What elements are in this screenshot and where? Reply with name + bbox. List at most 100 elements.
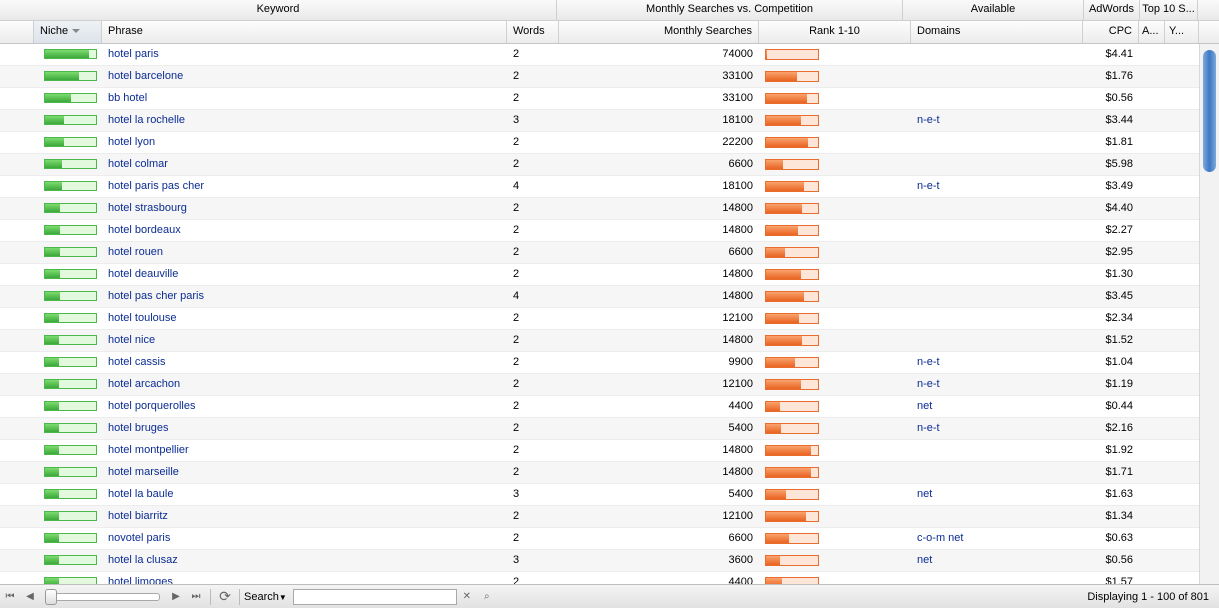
phrase-link[interactable]: hotel deauville [102, 264, 507, 285]
phrase-link[interactable]: hotel la rochelle [102, 110, 507, 131]
page-slider-knob[interactable] [45, 588, 57, 605]
table-row[interactable]: hotel marseille 2 14800 $1.71 [0, 462, 1199, 484]
search-icon[interactable]: ⌕ [479, 589, 495, 605]
column-header-phrase[interactable]: Phrase [102, 21, 507, 43]
table-row[interactable]: hotel bruges 2 5400 n-e-t $2.16 [0, 418, 1199, 440]
domains-cell[interactable]: n-e-t [911, 110, 1083, 131]
domains-cell[interactable]: c-o-m net [911, 528, 1083, 549]
phrase-link[interactable]: hotel colmar [102, 154, 507, 175]
table-row[interactable]: bb hotel 2 33100 $0.56 [0, 88, 1199, 110]
table-row[interactable]: novotel paris 2 6600 c-o-m net $0.63 [0, 528, 1199, 550]
phrase-link[interactable]: hotel bordeaux [102, 220, 507, 241]
domains-cell[interactable] [911, 198, 1083, 219]
domains-cell[interactable] [911, 220, 1083, 241]
table-row[interactable]: hotel porquerolles 2 4400 net $0.44 [0, 396, 1199, 418]
domains-cell[interactable]: n-e-t [911, 352, 1083, 373]
table-row[interactable]: hotel pas cher paris 4 14800 $3.45 [0, 286, 1199, 308]
table-row[interactable]: hotel la clusaz 3 3600 net $0.56 [0, 550, 1199, 572]
phrase-link[interactable]: hotel montpellier [102, 440, 507, 461]
table-row[interactable]: hotel la rochelle 3 18100 n-e-t $3.44 [0, 110, 1199, 132]
table-row[interactable]: hotel la baule 3 5400 net $1.63 [0, 484, 1199, 506]
table-row[interactable]: hotel toulouse 2 12100 $2.34 [0, 308, 1199, 330]
column-header-niche[interactable]: Niche [34, 21, 102, 43]
rank-bar [765, 555, 819, 566]
table-row[interactable]: hotel biarritz 2 12100 $1.34 [0, 506, 1199, 528]
rank-cell [759, 440, 911, 461]
scrollbar-thumb[interactable] [1203, 50, 1216, 172]
phrase-link[interactable]: hotel la baule [102, 484, 507, 505]
last-page-icon[interactable]: ⏭ [188, 589, 204, 605]
table-row[interactable]: hotel montpellier 2 14800 $1.92 [0, 440, 1199, 462]
phrase-link[interactable]: hotel paris pas cher [102, 176, 507, 197]
domains-cell[interactable] [911, 242, 1083, 263]
column-header-words[interactable]: Words [507, 21, 559, 43]
next-page-icon[interactable]: ▶ [168, 589, 184, 605]
prev-page-icon[interactable]: ◀ [22, 589, 38, 605]
refresh-icon[interactable]: ⟳ [217, 588, 233, 605]
phrase-link[interactable]: hotel nice [102, 330, 507, 351]
column-header-y[interactable]: Y... [1165, 21, 1199, 43]
domains-cell[interactable]: n-e-t [911, 418, 1083, 439]
column-header-monthly-searches[interactable]: Monthly Searches [559, 21, 759, 43]
phrase-link[interactable]: hotel arcachon [102, 374, 507, 395]
phrase-link[interactable]: hotel paris [102, 44, 507, 65]
table-row[interactable]: hotel arcachon 2 12100 n-e-t $1.19 [0, 374, 1199, 396]
domains-cell[interactable] [911, 330, 1083, 351]
table-row[interactable]: hotel bordeaux 2 14800 $2.27 [0, 220, 1199, 242]
domains-cell[interactable] [911, 44, 1083, 65]
table-row[interactable]: hotel paris pas cher 4 18100 n-e-t $3.49 [0, 176, 1199, 198]
table-row[interactable]: hotel barcelone 2 33100 $1.76 [0, 66, 1199, 88]
domains-cell[interactable] [911, 264, 1083, 285]
phrase-link[interactable]: hotel cassis [102, 352, 507, 373]
domains-cell[interactable] [911, 132, 1083, 153]
phrase-link[interactable]: hotel marseille [102, 462, 507, 483]
phrase-link[interactable]: hotel lyon [102, 132, 507, 153]
table-row[interactable]: hotel lyon 2 22200 $1.81 [0, 132, 1199, 154]
domains-cell[interactable] [911, 440, 1083, 461]
phrase-link[interactable]: novotel paris [102, 528, 507, 549]
phrase-link[interactable]: hotel rouen [102, 242, 507, 263]
table-row[interactable]: hotel deauville 2 14800 $1.30 [0, 264, 1199, 286]
phrase-link[interactable]: hotel limoges [102, 572, 507, 584]
domains-cell[interactable]: net [911, 550, 1083, 571]
words-cell: 2 [513, 510, 520, 522]
vertical-scrollbar[interactable] [1199, 44, 1219, 584]
table-row[interactable]: hotel rouen 2 6600 $2.95 [0, 242, 1199, 264]
phrase-link[interactable]: hotel la clusaz [102, 550, 507, 571]
domains-cell[interactable] [911, 506, 1083, 527]
domains-cell[interactable]: n-e-t [911, 374, 1083, 395]
phrase-link[interactable]: hotel strasbourg [102, 198, 507, 219]
table-row[interactable]: hotel strasbourg 2 14800 $4.40 [0, 198, 1199, 220]
domains-cell[interactable] [911, 286, 1083, 307]
domains-cell[interactable] [911, 88, 1083, 109]
table-row[interactable]: hotel nice 2 14800 $1.52 [0, 330, 1199, 352]
domains-cell[interactable]: n-e-t [911, 176, 1083, 197]
table-row[interactable]: hotel colmar 2 6600 $5.98 [0, 154, 1199, 176]
column-header-rank[interactable]: Rank 1-10 [759, 21, 911, 43]
phrase-link[interactable]: hotel biarritz [102, 506, 507, 527]
domains-cell[interactable]: net [911, 396, 1083, 417]
domains-cell[interactable]: net [911, 484, 1083, 505]
domains-cell[interactable] [911, 572, 1083, 584]
first-page-icon[interactable]: ⏮ [2, 589, 18, 605]
phrase-link[interactable]: hotel bruges [102, 418, 507, 439]
table-row[interactable]: hotel cassis 2 9900 n-e-t $1.04 [0, 352, 1199, 374]
page-slider[interactable] [45, 588, 160, 605]
table-row[interactable]: hotel limoges 2 4400 $1.57 [0, 572, 1199, 584]
search-input[interactable] [292, 588, 457, 605]
domains-cell[interactable] [911, 154, 1083, 175]
column-header-domains[interactable]: Domains [911, 21, 1083, 43]
phrase-link[interactable]: bb hotel [102, 88, 507, 109]
column-header-cpc[interactable]: CPC [1083, 21, 1139, 43]
phrase-link[interactable]: hotel barcelone [102, 66, 507, 87]
column-header-a[interactable]: A... [1139, 21, 1165, 43]
domains-cell[interactable] [911, 66, 1083, 87]
domains-cell[interactable] [911, 462, 1083, 483]
search-menu-button[interactable]: Search▼ [244, 591, 287, 603]
domains-cell[interactable] [911, 308, 1083, 329]
table-row[interactable]: hotel paris 2 74000 $4.41 [0, 44, 1199, 66]
phrase-link[interactable]: hotel porquerolles [102, 396, 507, 417]
phrase-link[interactable]: hotel toulouse [102, 308, 507, 329]
phrase-link[interactable]: hotel pas cher paris [102, 286, 507, 307]
clear-search-icon[interactable]: ✕ [459, 589, 475, 605]
